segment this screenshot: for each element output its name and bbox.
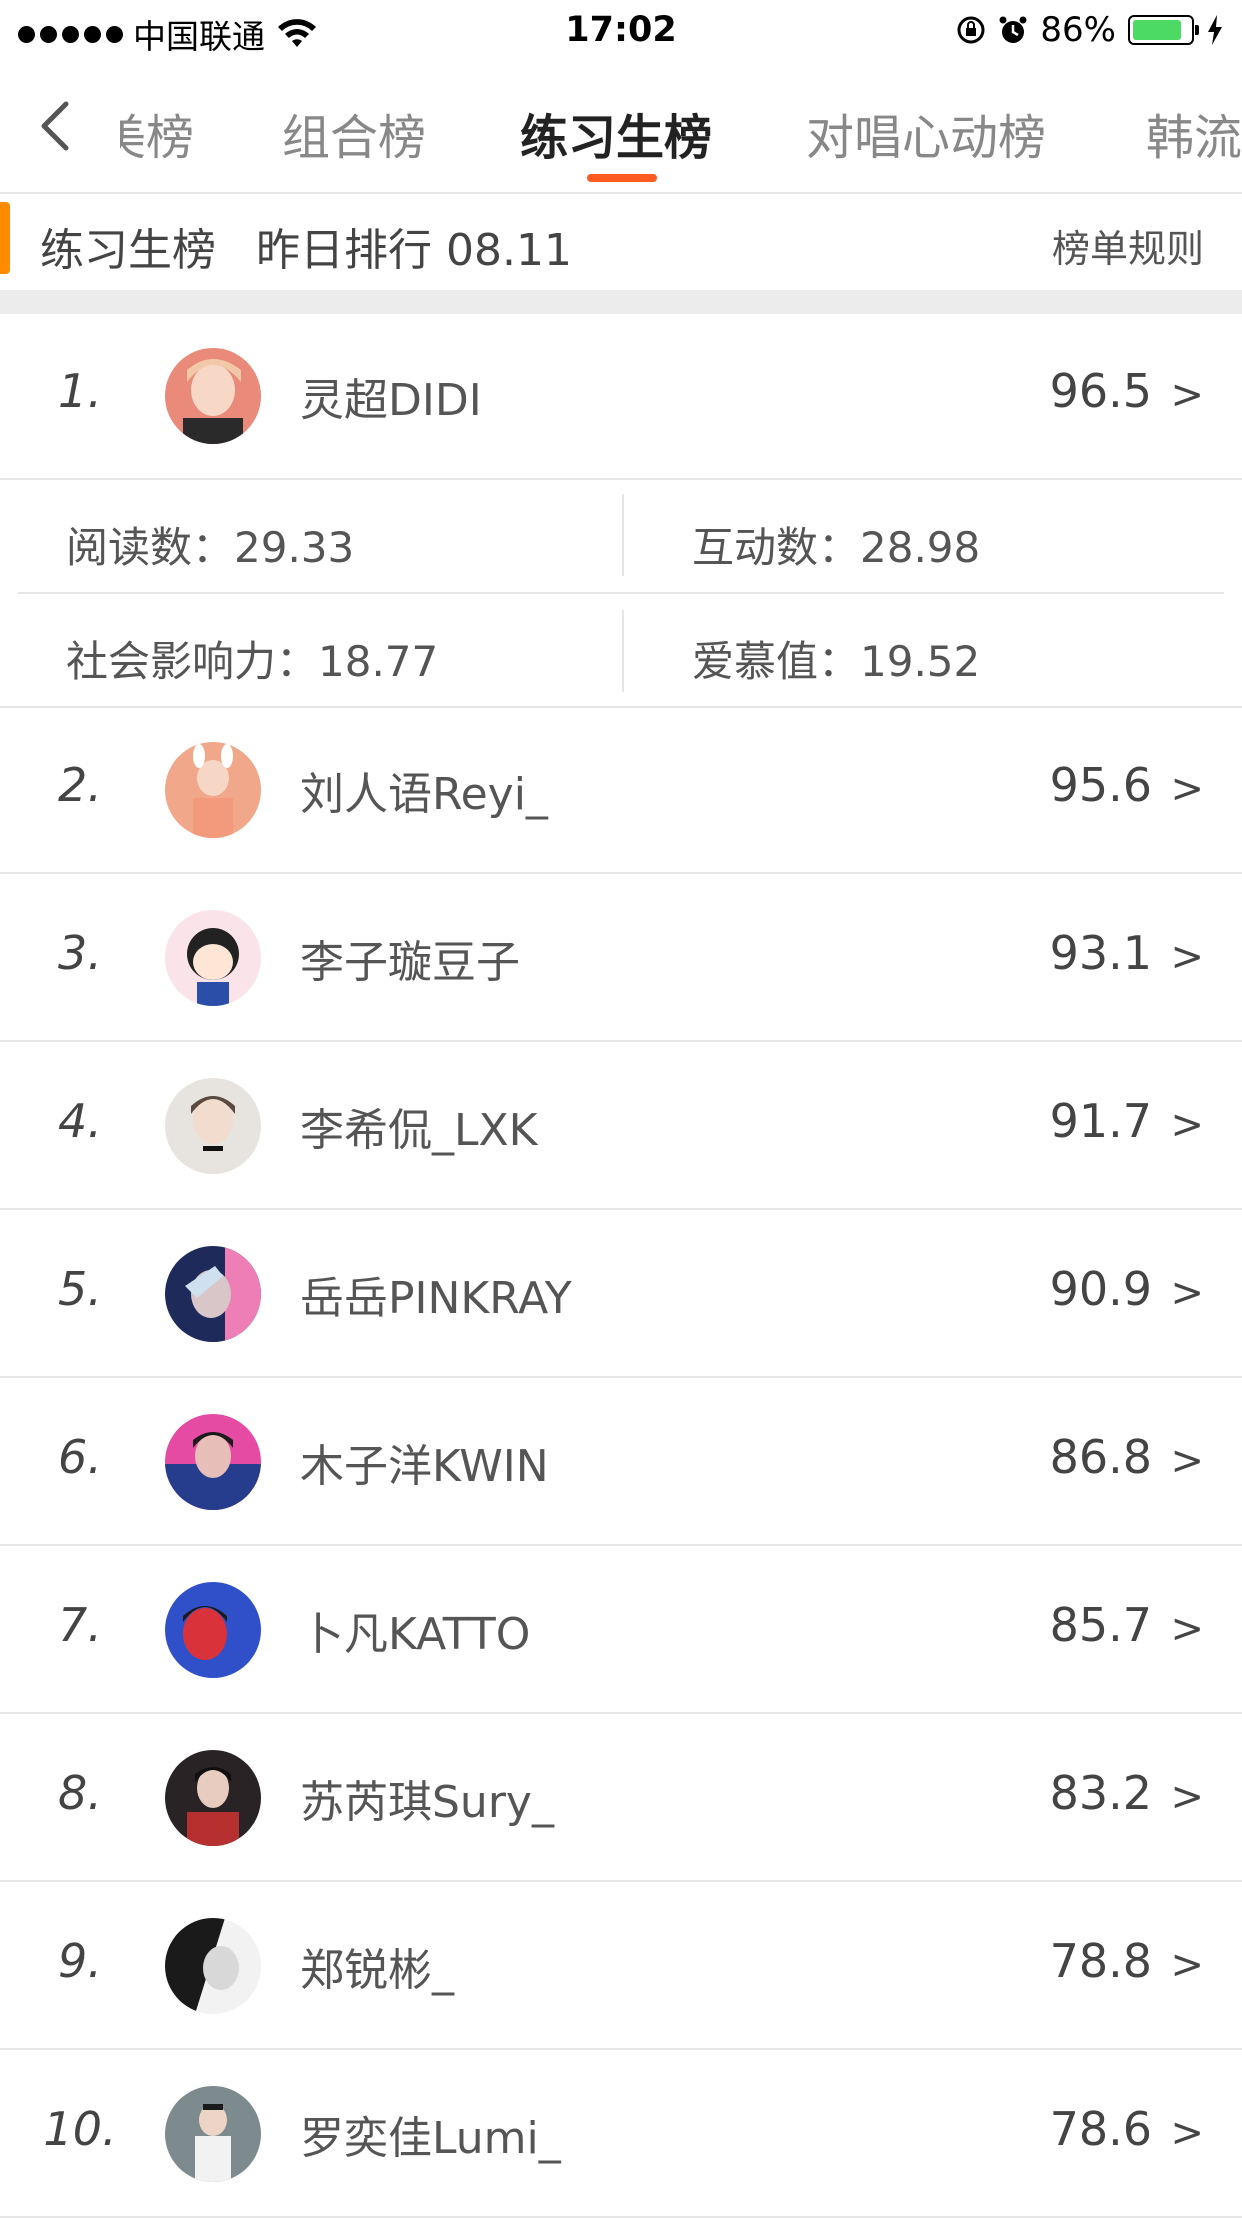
rank-number: 2. bbox=[58, 758, 102, 812]
tab-korean-wave[interactable]: 韩流 bbox=[1146, 98, 1242, 168]
chevron-right-icon: > bbox=[1170, 1438, 1204, 1484]
chart-header: 练习生榜 昨日排行 08.11 榜单规则 bbox=[0, 194, 1242, 290]
chevron-right-icon: > bbox=[1170, 1942, 1204, 1988]
stats-divider bbox=[622, 494, 624, 576]
ranking-row[interactable]: 3. 李子璇豆子 93.1 > bbox=[0, 876, 1242, 1042]
status-bar: 中国联通 17:02 86% bbox=[0, 0, 1242, 62]
chevron-right-icon: > bbox=[1170, 1102, 1204, 1148]
ranking-row[interactable]: 6. 木子洋KWIN 86.8 > bbox=[0, 1380, 1242, 1546]
rank-number: 5. bbox=[58, 1262, 102, 1316]
rotation-lock-icon bbox=[957, 16, 985, 44]
charging-bolt-icon bbox=[1208, 15, 1222, 45]
ranking-row[interactable]: 4. 李希侃_LXK 91.7 > bbox=[0, 1044, 1242, 1210]
score-value: 78.8 bbox=[1049, 1934, 1152, 1988]
score-value: 93.1 bbox=[1049, 926, 1152, 980]
avatar bbox=[165, 1918, 261, 2014]
score-value: 85.7 bbox=[1049, 1598, 1152, 1652]
ranking-row[interactable]: 9. 郑锐彬_ 78.8 > bbox=[0, 1884, 1242, 2050]
chevron-right-icon: > bbox=[1170, 2110, 1204, 2156]
rank-number: 7. bbox=[58, 1598, 102, 1652]
ranking-row[interactable]: 5. 岳岳PINKRAY 90.9 > bbox=[0, 1212, 1242, 1378]
user-name: 郑锐彬_ bbox=[300, 1945, 454, 1996]
score-value: 83.2 bbox=[1049, 1766, 1152, 1820]
avatar bbox=[165, 1582, 261, 1678]
chart-date: 昨日排行 08.11 bbox=[256, 225, 572, 276]
score-value: 90.9 bbox=[1049, 1262, 1152, 1316]
rank-number: 10. bbox=[43, 2102, 117, 2156]
user-name: 岳岳PINKRAY bbox=[300, 1273, 572, 1324]
back-arrow-icon[interactable] bbox=[30, 96, 90, 156]
read-count-stat: 阅读数：29.33 bbox=[66, 523, 355, 572]
category-tab-bar: 美榜 组合榜 练习生榜 对唱心动榜 韩流 bbox=[0, 62, 1242, 194]
tab-group[interactable]: 组合榜 bbox=[282, 98, 426, 168]
chevron-right-icon: > bbox=[1170, 1774, 1204, 1820]
ranking-row[interactable]: 10. 罗奕佳Lumi_ 78.6 > bbox=[0, 2052, 1242, 2218]
stats-divider bbox=[18, 592, 1224, 594]
rank-number: 6. bbox=[58, 1430, 102, 1484]
score-value: 91.7 bbox=[1049, 1094, 1152, 1148]
tab-beauty[interactable]: 美榜 bbox=[120, 98, 194, 168]
social-influence-stat: 社会影响力：18.77 bbox=[66, 637, 439, 686]
chart-rules-link[interactable]: 榜单规则 bbox=[1052, 218, 1204, 273]
rank-number: 9. bbox=[58, 1934, 102, 1988]
ranking-row[interactable]: 8. 苏芮琪Sury_ 83.2 > bbox=[0, 1716, 1242, 1882]
avatar bbox=[165, 910, 261, 1006]
avatar bbox=[165, 1078, 261, 1174]
user-name: 李希侃_LXK bbox=[300, 1105, 538, 1156]
avatar bbox=[165, 348, 261, 444]
chevron-right-icon: > bbox=[1170, 372, 1204, 418]
rank-number: 3. bbox=[58, 926, 102, 980]
chevron-right-icon: > bbox=[1170, 934, 1204, 980]
user-name: 李子璇豆子 bbox=[300, 937, 520, 988]
active-tab-indicator bbox=[587, 174, 657, 182]
alarm-icon bbox=[999, 16, 1027, 43]
ranking-row[interactable]: 1. 灵超DIDI 96.5 > bbox=[0, 314, 1242, 480]
score-value: 78.6 bbox=[1049, 2102, 1152, 2156]
section-divider bbox=[0, 290, 1242, 314]
chevron-right-icon: > bbox=[1170, 1606, 1204, 1652]
user-name: 灵超DIDI bbox=[300, 375, 482, 426]
battery-icon bbox=[1128, 15, 1199, 45]
avatar bbox=[165, 2086, 261, 2182]
tab-trainee[interactable]: 练习生榜 bbox=[520, 98, 712, 168]
chart-title: 练习生榜 bbox=[40, 225, 216, 276]
adoration-stat: 爱慕值：19.52 bbox=[692, 637, 981, 686]
user-name: 卜凡KATTO bbox=[300, 1609, 531, 1660]
interaction-count-stat: 互动数：28.98 bbox=[692, 523, 981, 572]
ranking-row[interactable]: 7. 卜凡KATTO 85.7 > bbox=[0, 1548, 1242, 1714]
battery-level bbox=[1133, 20, 1181, 40]
rank-number: 1. bbox=[58, 364, 102, 418]
rank-number: 8. bbox=[58, 1766, 102, 1820]
score-value: 95.6 bbox=[1049, 758, 1152, 812]
user-name: 罗奕佳Lumi_ bbox=[300, 2113, 561, 2164]
rank-number: 4. bbox=[58, 1094, 102, 1148]
user-name: 苏芮琪Sury_ bbox=[300, 1777, 554, 1828]
user-name: 木子洋KWIN bbox=[300, 1441, 549, 1492]
chevron-right-icon: > bbox=[1170, 766, 1204, 812]
featured-stats-panel: 阅读数：29.33 互动数：28.98 社会影响力：18.77 爱慕值：19.5… bbox=[0, 480, 1242, 708]
avatar bbox=[165, 1414, 261, 1510]
stats-divider bbox=[622, 610, 624, 692]
tab-duet[interactable]: 对唱心动榜 bbox=[806, 98, 1046, 168]
ranking-row[interactable]: 2. 刘人语Reyi_ 95.6 > bbox=[0, 708, 1242, 874]
chevron-right-icon: > bbox=[1170, 1270, 1204, 1316]
battery-percent: 86% bbox=[1040, 10, 1116, 50]
score-value: 86.8 bbox=[1049, 1430, 1152, 1484]
status-right: 86% bbox=[956, 10, 1224, 50]
avatar bbox=[165, 1246, 261, 1342]
avatar bbox=[165, 742, 261, 838]
accent-bar bbox=[0, 202, 10, 274]
user-name: 刘人语Reyi_ bbox=[300, 769, 548, 820]
avatar bbox=[165, 1750, 261, 1846]
score-value: 96.5 bbox=[1049, 364, 1152, 418]
